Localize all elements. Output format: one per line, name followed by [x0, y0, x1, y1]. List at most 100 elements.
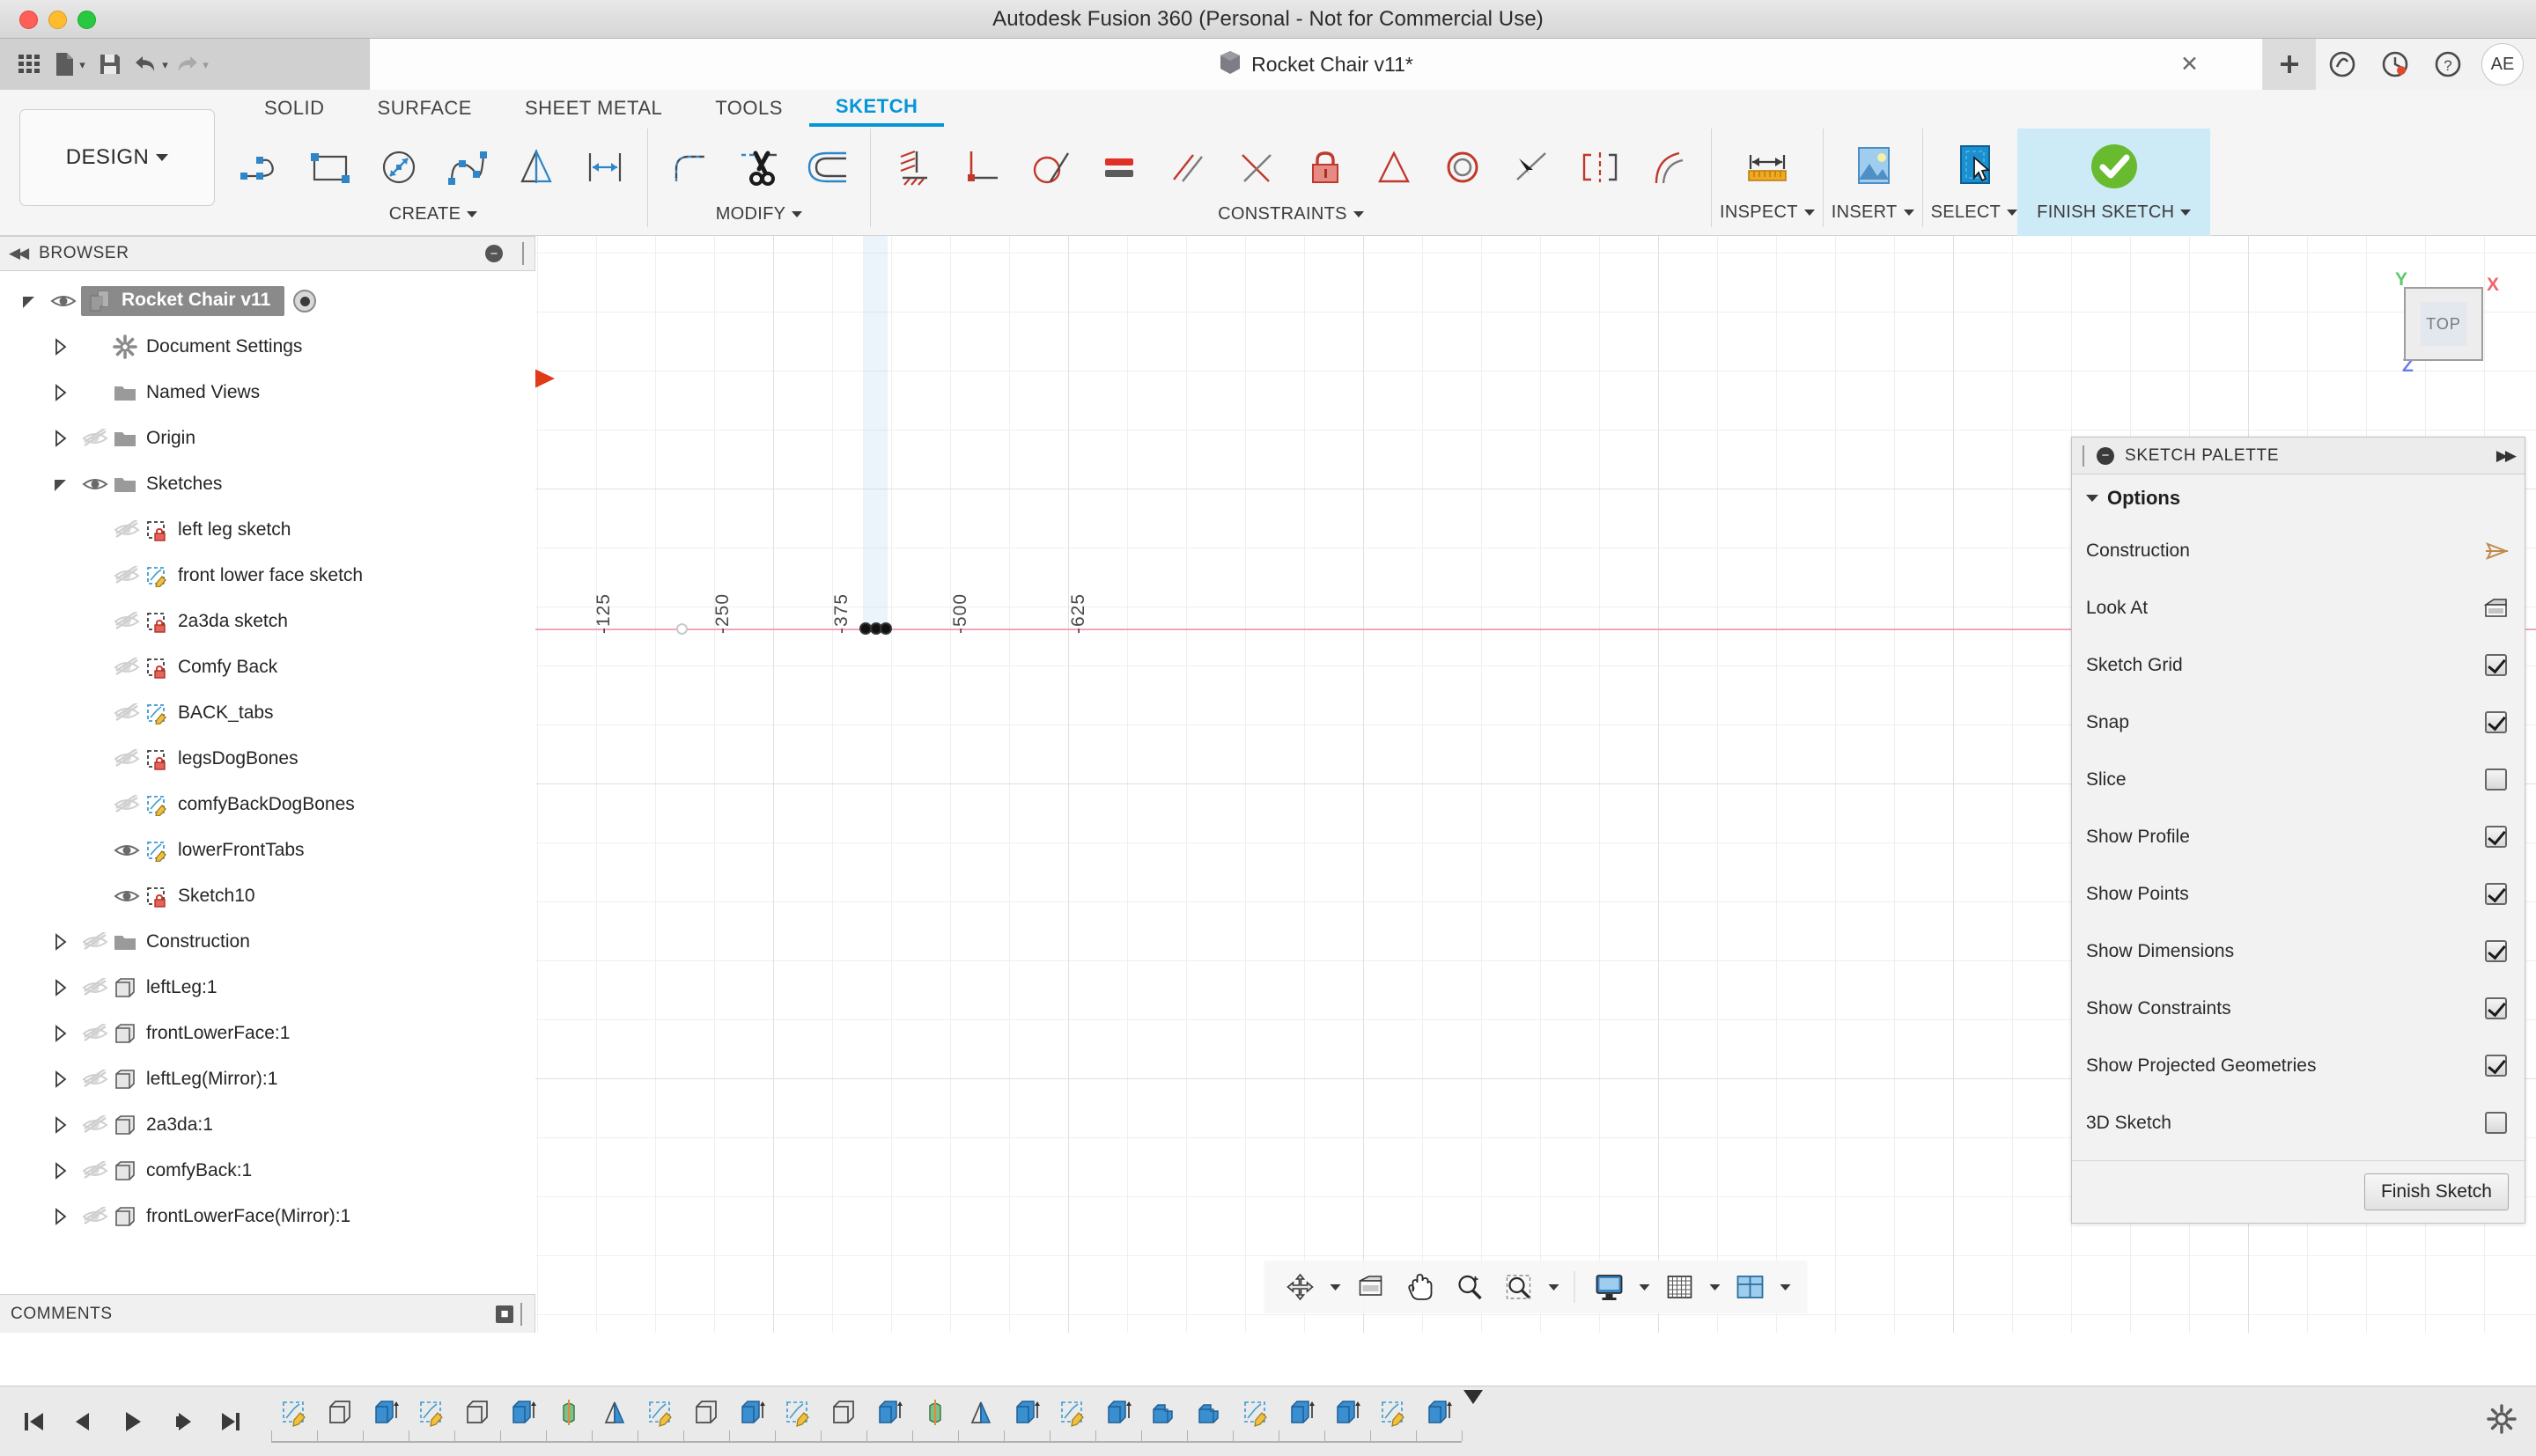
palette-option-control[interactable]: [2481, 997, 2510, 1019]
browser-node-content[interactable]: Sketches: [113, 474, 222, 495]
construction-toggle-icon[interactable]: [2481, 540, 2510, 562]
close-icon[interactable]: ✕: [2180, 51, 2199, 77]
help-icon[interactable]: [2316, 39, 2369, 90]
timeline-extrude-feature[interactable]: [1279, 1390, 1324, 1436]
expand-arrow-icon[interactable]: [42, 978, 77, 997]
eye-visible-icon[interactable]: [109, 886, 144, 906]
question-icon[interactable]: ?: [2422, 39, 2474, 90]
eye-hidden-icon[interactable]: [77, 1161, 113, 1180]
browser-node-named-views[interactable]: Named Views: [0, 370, 535, 415]
palette-option-show-profile[interactable]: Show Profile: [2072, 808, 2525, 865]
ribbon-group-label-insert[interactable]: INSERT: [1832, 202, 1914, 223]
view-cube-face[interactable]: TOP: [2404, 287, 2483, 361]
redo-icon[interactable]: ▾: [173, 44, 210, 85]
job-status-icon[interactable]: [2369, 39, 2422, 90]
palette-option-sketch-grid[interactable]: Sketch Grid: [2072, 636, 2525, 694]
browser-node-content[interactable]: frontLowerFace(Mirror):1: [113, 1205, 350, 1228]
eye-hidden-icon[interactable]: [77, 932, 113, 952]
browser-node-origin[interactable]: Origin: [0, 415, 535, 461]
checkbox[interactable]: [2484, 1112, 2507, 1134]
ribbon-group-label-constraints[interactable]: CONSTRAINTS: [1218, 204, 1364, 224]
perpendicular-constraint-icon[interactable]: [1222, 129, 1291, 205]
redo-caret-icon[interactable]: ▾: [203, 59, 209, 70]
viewports-icon[interactable]: [1727, 1263, 1774, 1311]
minimize-icon[interactable]: −: [485, 245, 503, 262]
palette-option-show-points[interactable]: Show Points: [2072, 865, 2525, 923]
expand-arrow-icon[interactable]: [42, 1070, 77, 1089]
zoom-caret-icon[interactable]: [1544, 1283, 1564, 1291]
timeline-revolve-feature[interactable]: [546, 1390, 592, 1436]
eye-hidden-icon[interactable]: [109, 566, 144, 585]
timeline-extrude-feature[interactable]: [729, 1390, 775, 1436]
workspace-switcher-button[interactable]: DESIGN: [19, 109, 215, 206]
look-at-icon[interactable]: [1347, 1263, 1395, 1311]
eye-visible-icon[interactable]: [46, 291, 81, 311]
eye-hidden-icon[interactable]: [109, 703, 144, 723]
timeline-body-feature[interactable]: [821, 1390, 866, 1436]
browser-node-content[interactable]: 2a3da sketch: [144, 610, 288, 633]
line-tool-icon[interactable]: [227, 129, 296, 205]
eye-hidden-icon[interactable]: [77, 1115, 113, 1135]
timeline-mirror-feature[interactable]: [592, 1390, 638, 1436]
expand-arrow-icon[interactable]: [42, 383, 77, 402]
timeline-sketch-feature[interactable]: [271, 1390, 317, 1436]
timeline-body-feature[interactable]: [454, 1390, 500, 1436]
app-grid-icon[interactable]: [11, 44, 48, 85]
ribbon-group-finish-sketch[interactable]: FINISH SKETCH: [2017, 129, 2211, 236]
pan-icon[interactable]: [1397, 1263, 1444, 1311]
browser-node-content[interactable]: Sketch10: [144, 885, 255, 908]
browser-node-document-settings[interactable]: Document Settings: [0, 324, 535, 370]
maximize-window-button[interactable]: [77, 11, 96, 29]
options-section-header[interactable]: Options: [2072, 487, 2525, 522]
eye-hidden-icon[interactable]: [109, 749, 144, 768]
palette-option-show-constraints[interactable]: Show Constraints: [2072, 980, 2525, 1037]
browser-node-comfy-back[interactable]: Comfy Back: [0, 644, 535, 690]
timeline-sketch-feature[interactable]: [409, 1390, 454, 1436]
browser-node-2a3da-1[interactable]: 2a3da:1: [0, 1102, 535, 1148]
timeline-sketch-feature[interactable]: [775, 1390, 821, 1436]
undo-caret-icon[interactable]: ▾: [162, 59, 168, 70]
expand-arrow-icon[interactable]: [11, 291, 46, 311]
browser-node-frontlowerface-mirror-1[interactable]: frontLowerFace(Mirror):1: [0, 1194, 535, 1239]
expand-arrow-icon[interactable]: [42, 429, 77, 448]
fix-unfix-constraint-icon[interactable]: [1291, 129, 1360, 205]
parallel-constraint-icon[interactable]: [1154, 129, 1222, 205]
browser-node-content[interactable]: left leg sketch: [144, 518, 291, 541]
browser-node-content[interactable]: leftLeg:1: [113, 976, 217, 999]
gear-icon[interactable]: [2487, 1404, 2536, 1438]
browser-node-left-leg-sketch[interactable]: left leg sketch: [0, 507, 535, 553]
checkbox[interactable]: [2484, 826, 2507, 848]
symmetry-constraint-icon[interactable]: [1566, 129, 1634, 205]
file-caret-icon[interactable]: ▾: [79, 59, 85, 70]
timeline-sketch-feature[interactable]: [1050, 1390, 1095, 1436]
palette-option-control[interactable]: [2481, 826, 2510, 848]
palette-option-look-at[interactable]: Look At: [2072, 579, 2525, 636]
panel-grip[interactable]: [520, 1302, 524, 1326]
sketch-point-midpoint[interactable]: [676, 623, 688, 635]
play-icon[interactable]: [111, 1401, 153, 1443]
checkbox[interactable]: [2484, 1055, 2507, 1077]
eye-hidden-icon[interactable]: [77, 1024, 113, 1043]
spline-tool-icon[interactable]: [433, 129, 502, 205]
palette-option-control[interactable]: [2481, 768, 2510, 791]
browser-node-frontlowerface-1[interactable]: frontLowerFace:1: [0, 1011, 535, 1056]
timeline-extrude-feature[interactable]: [1324, 1390, 1370, 1436]
timeline-extrude-feature[interactable]: [1416, 1390, 1462, 1436]
ribbon-group-label-finish-sketch[interactable]: FINISH SKETCH: [2037, 202, 2192, 223]
browser-node-front-lower-face-sketch[interactable]: front lower face sketch: [0, 553, 535, 599]
browser-node-content[interactable]: leftLeg(Mirror):1: [113, 1068, 277, 1091]
eye-hidden-icon[interactable]: [77, 1207, 113, 1226]
browser-node-content[interactable]: Construction: [113, 931, 250, 952]
browser-node-content[interactable]: Document Settings: [113, 335, 302, 359]
timeline-sketch-feature[interactable]: [1370, 1390, 1416, 1436]
expand-arrow-icon[interactable]: [42, 1115, 77, 1135]
palette-option-control[interactable]: [2481, 711, 2510, 733]
palette-option-control[interactable]: [2481, 940, 2510, 962]
avatar[interactable]: AE: [2481, 43, 2524, 85]
undo-icon[interactable]: ▾: [132, 44, 169, 85]
browser-node-content[interactable]: Named Views: [113, 382, 260, 403]
ribbon-group-label-select[interactable]: SELECT: [1931, 202, 2018, 223]
browser-node-content[interactable]: front lower face sketch: [144, 564, 363, 587]
eye-hidden-icon[interactable]: [77, 1070, 113, 1089]
projected-geometry-band[interactable]: [863, 236, 888, 632]
